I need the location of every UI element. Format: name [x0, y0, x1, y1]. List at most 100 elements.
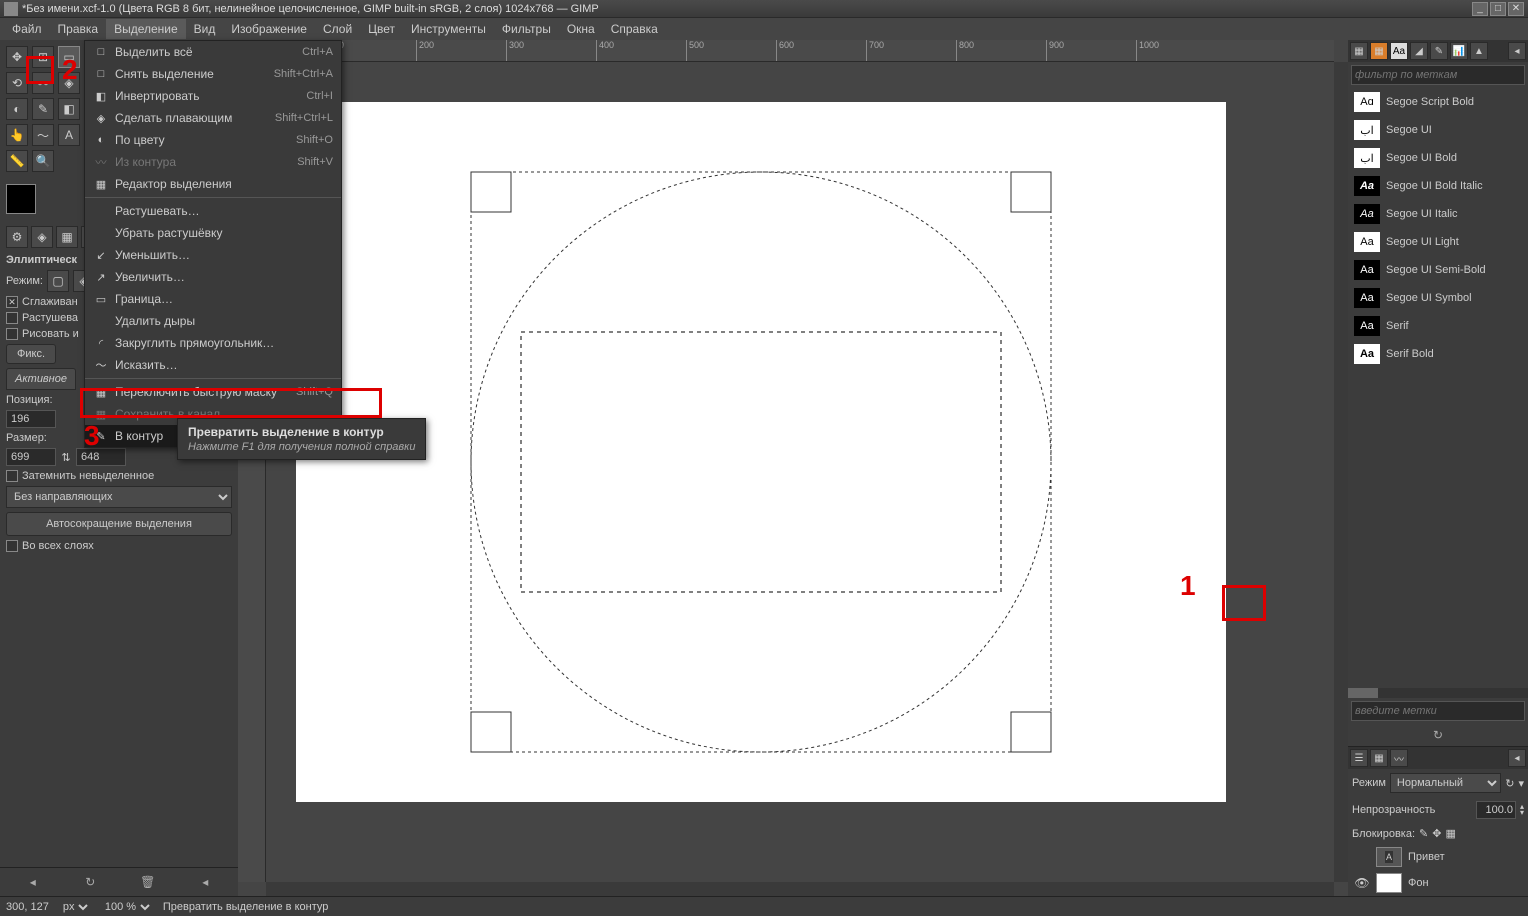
ltab-paths[interactable]: 〰: [1390, 749, 1408, 767]
fixed-button[interactable]: Фикс.: [6, 344, 56, 364]
botbtn-3[interactable]: 🗑: [138, 872, 158, 892]
tool-move[interactable]: ✥: [6, 46, 28, 68]
menu-окна[interactable]: Окна: [559, 19, 603, 39]
tool-path[interactable]: 〜: [32, 124, 54, 146]
dim-checkbox[interactable]: [6, 470, 18, 482]
status-zoom-select[interactable]: 100 %: [101, 900, 153, 914]
menu-item[interactable]: 〜Исказить…: [85, 354, 341, 376]
opacity-input[interactable]: [1476, 801, 1516, 819]
ltab-menu[interactable]: ◂: [1508, 749, 1526, 767]
tool-rotate[interactable]: ⟲: [6, 72, 28, 94]
botbtn-1[interactable]: ◂: [23, 872, 43, 892]
opttab-2[interactable]: ◈: [31, 226, 53, 248]
font-item[interactable]: AaSegoe UI Italic: [1348, 200, 1528, 228]
menu-item[interactable]: ▦Редактор выделения: [85, 173, 341, 195]
font-tags-input[interactable]: [1351, 701, 1525, 721]
mode-arrow[interactable]: ▾: [1518, 777, 1524, 790]
tool-pencil[interactable]: ✎: [32, 98, 54, 120]
antialias-checkbox[interactable]: [6, 296, 18, 308]
layer-item[interactable]: 👁Фон: [1348, 870, 1528, 896]
mode-select[interactable]: Нормальный: [1390, 773, 1501, 793]
menu-item[interactable]: ↗Увеличить…: [85, 266, 341, 288]
lock-pixel-icon[interactable]: ✎: [1419, 827, 1428, 840]
menu-item[interactable]: ▦Переключить быструю маскуShift+Q: [85, 381, 341, 403]
menu-цвет[interactable]: Цвет: [360, 19, 403, 39]
tool-zoom[interactable]: 🔍: [32, 150, 54, 172]
tool-gradient[interactable]: ◐: [6, 98, 28, 120]
mode-reset[interactable]: ↻: [1505, 777, 1514, 790]
fg-color[interactable]: [6, 184, 36, 214]
size-w-input[interactable]: [6, 448, 56, 466]
rtab-6[interactable]: 📊: [1450, 42, 1468, 60]
ruler-horizontal[interactable]: 1002003004005006007008009001000: [266, 40, 1334, 62]
opttab-3[interactable]: ▦: [56, 226, 78, 248]
opttab-1[interactable]: ⚙: [6, 226, 28, 248]
menu-фильтры[interactable]: Фильтры: [494, 19, 559, 39]
menu-item[interactable]: ◐По цветуShift+O: [85, 129, 341, 151]
font-item[interactable]: AaSegoe UI Symbol: [1348, 284, 1528, 312]
guides-select[interactable]: Без направляющих: [6, 486, 232, 508]
rtab-patterns[interactable]: ▦: [1370, 42, 1388, 60]
ltab-layers[interactable]: ☰: [1350, 749, 1368, 767]
menu-item[interactable]: Убрать растушёвку: [85, 222, 341, 244]
font-item[interactable]: ابSegoe UI: [1348, 116, 1528, 144]
menu-справка[interactable]: Справка: [603, 19, 666, 39]
menu-item[interactable]: ↙Уменьшить…: [85, 244, 341, 266]
position-x-input[interactable]: [6, 410, 56, 428]
menu-item[interactable]: ◈Сделать плавающимShift+Ctrl+L: [85, 107, 341, 129]
font-item[interactable]: AaSegoe UI Light: [1348, 228, 1528, 256]
rtab-fonts[interactable]: Aa: [1390, 42, 1408, 60]
font-item[interactable]: AaSerif Bold: [1348, 340, 1528, 368]
rtab-5[interactable]: ✎: [1430, 42, 1448, 60]
font-item[interactable]: AɑSegoe Script Bold: [1348, 88, 1528, 116]
layer-visibility-icon[interactable]: 👁: [1354, 876, 1370, 890]
botbtn-4[interactable]: ◂: [195, 872, 215, 892]
menu-вид[interactable]: Вид: [186, 19, 224, 39]
active-tab[interactable]: Активное: [6, 368, 76, 390]
font-filter-input[interactable]: [1351, 65, 1525, 85]
layer-item[interactable]: AПривет: [1348, 844, 1528, 870]
alllayers-checkbox[interactable]: [6, 540, 18, 552]
menu-выделение[interactable]: Выделение: [106, 19, 186, 39]
tool-align[interactable]: ⊞: [32, 46, 54, 68]
rtab-menu[interactable]: ◂: [1508, 42, 1526, 60]
menu-правка[interactable]: Правка: [50, 19, 107, 39]
menu-инструменты[interactable]: Инструменты: [403, 19, 494, 39]
font-item[interactable]: AaSerif: [1348, 312, 1528, 340]
menu-item[interactable]: Растушевать…: [85, 200, 341, 222]
drawfrom-checkbox[interactable]: [6, 328, 18, 340]
font-item[interactable]: AaSegoe UI Bold Italic: [1348, 172, 1528, 200]
rtab-brushes[interactable]: ▦: [1350, 42, 1368, 60]
font-list[interactable]: AɑSegoe Script BoldابSegoe UIابSegoe UI …: [1348, 88, 1528, 688]
tool-warp[interactable]: 〰: [32, 72, 54, 94]
tool-text[interactable]: A: [58, 124, 80, 146]
font-item[interactable]: AaSegoe UI Semi-Bold: [1348, 256, 1528, 284]
scrollbar-horizontal[interactable]: [266, 882, 1334, 896]
canvas-page[interactable]: [296, 102, 1226, 802]
minimize-button[interactable]: _: [1472, 2, 1488, 16]
close-button[interactable]: ✕: [1508, 2, 1524, 16]
botbtn-2[interactable]: ↻: [80, 872, 100, 892]
maximize-button[interactable]: □: [1490, 2, 1506, 16]
menu-изображение[interactable]: Изображение: [223, 19, 315, 39]
menu-item[interactable]: □Снять выделениеShift+Ctrl+A: [85, 63, 341, 85]
rtab-4[interactable]: ◢: [1410, 42, 1428, 60]
refresh-icon[interactable]: ↻: [1348, 724, 1528, 746]
scrollbar-vertical[interactable]: [1334, 62, 1348, 882]
menu-слой[interactable]: Слой: [315, 19, 360, 39]
font-scroll[interactable]: [1348, 688, 1528, 698]
mode-replace[interactable]: ▢: [47, 270, 69, 292]
status-unit-select[interactable]: px: [59, 900, 91, 914]
menu-item[interactable]: ◜Закруглить прямоугольник…: [85, 332, 341, 354]
lock-position-icon[interactable]: ✥: [1432, 827, 1441, 840]
tool-smudge[interactable]: 👆: [6, 124, 28, 146]
menu-item[interactable]: □Выделить всёCtrl+A: [85, 41, 341, 63]
tool-measure[interactable]: 📏: [6, 150, 28, 172]
menu-item[interactable]: ▭Граница…: [85, 288, 341, 310]
tool-eraser[interactable]: ◧: [58, 98, 80, 120]
feather-checkbox[interactable]: [6, 312, 18, 324]
canvas[interactable]: [266, 62, 1334, 882]
lock-alpha-icon[interactable]: ▦: [1445, 827, 1455, 840]
font-item[interactable]: ابSegoe UI Bold: [1348, 144, 1528, 172]
menu-item[interactable]: ◧ИнвертироватьCtrl+I: [85, 85, 341, 107]
